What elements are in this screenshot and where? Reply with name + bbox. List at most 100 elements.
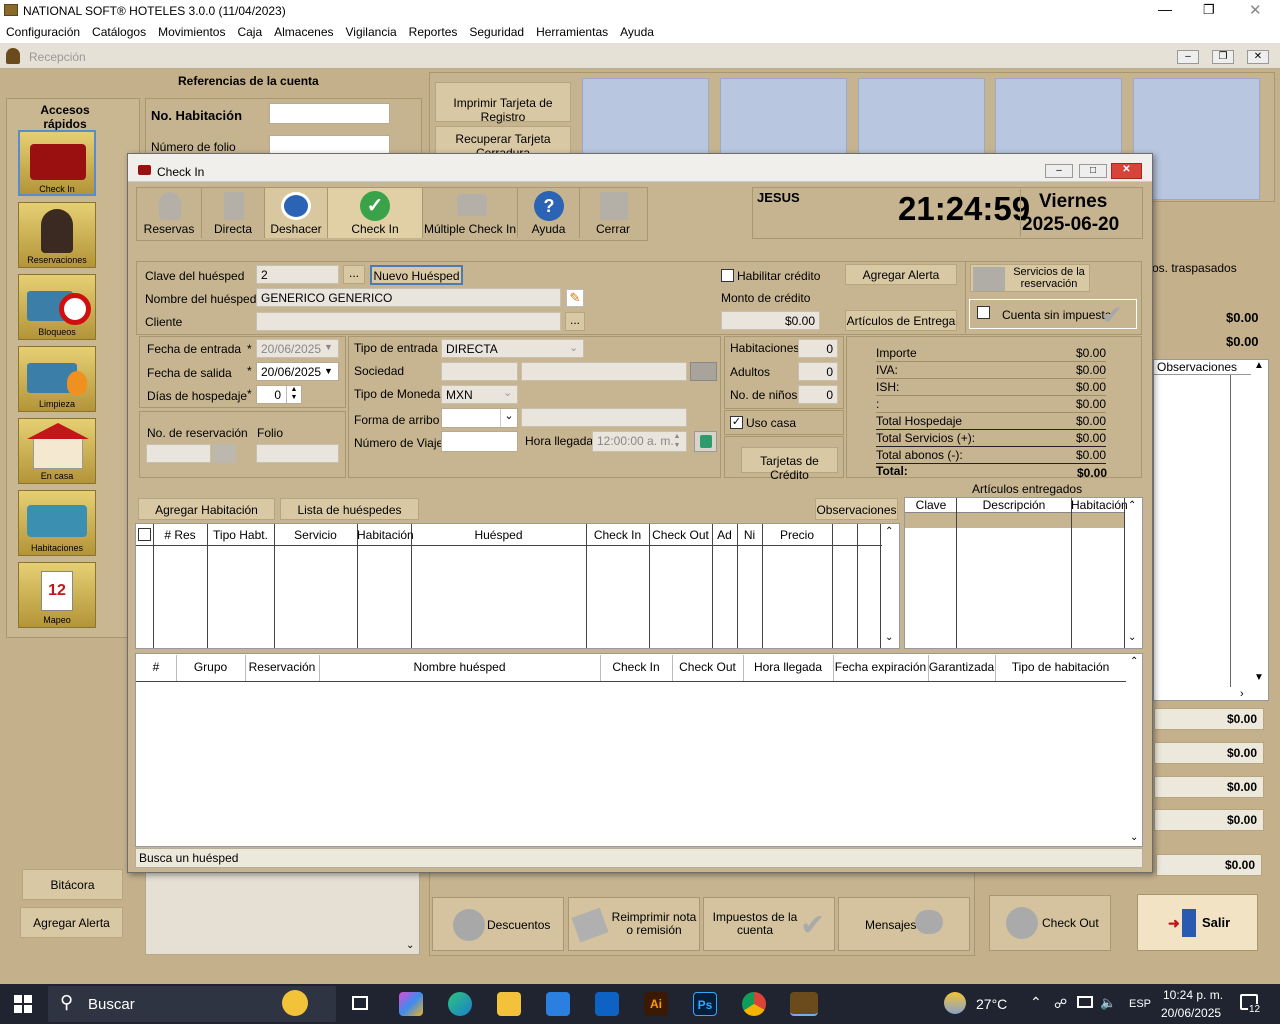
minimize-icon[interactable]: —	[1158, 1, 1172, 17]
menu-item-9[interactable]: Ayuda	[614, 22, 660, 39]
fecha-entrada-dropdown-icon[interactable]: ▼	[324, 342, 333, 352]
hora-llegada-spinner-icon[interactable]: ▲ ▼	[669, 432, 685, 450]
forma-arribo-detail-input[interactable]	[521, 408, 687, 427]
bitacora-button[interactable]: Bitácora	[22, 869, 123, 900]
fecha-salida-dropdown-icon[interactable]: ▼	[324, 366, 333, 376]
imprimir-tarjeta-button[interactable]: Imprimir Tarjeta de Registro	[435, 82, 571, 124]
rooms-col-header[interactable]: Check In	[586, 528, 649, 542]
check-in-button[interactable]: ✓ Check In	[328, 188, 423, 238]
impuestos-button[interactable]: Impuestos de la cuenta ✔	[703, 897, 835, 951]
multiple-check-in-button[interactable]: Múltiple Check In	[423, 188, 518, 238]
agregar-alerta-button[interactable]: Agregar Alerta	[845, 264, 957, 285]
illustrator-icon[interactable]: Ai	[644, 992, 668, 1016]
rooms-col-header[interactable]: Precio	[762, 528, 832, 542]
cliente-browse-button[interactable]: ...	[565, 312, 585, 331]
volume-icon[interactable]: 🔈	[1100, 995, 1116, 1011]
chrome-icon[interactable]	[742, 992, 766, 1016]
rooms-scroll-up-icon[interactable]: ⌃	[885, 526, 893, 537]
taskbar-date[interactable]: 20/06/2025	[1161, 1006, 1221, 1020]
scroll-up-icon[interactable]: ▲	[1254, 360, 1264, 371]
restore-icon[interactable]: ❐	[1203, 2, 1215, 18]
deshacer-button[interactable]: Deshacer	[265, 188, 328, 238]
side-limpieza[interactable]: Limpieza	[18, 346, 96, 412]
menu-item-2[interactable]: Movimientos	[152, 22, 231, 39]
guest-list-col-header[interactable]: Nombre huésped	[319, 660, 600, 674]
dias-spinner-icon[interactable]: ▲ ▼	[286, 386, 301, 403]
guest-list-col-header[interactable]: Fecha expiración	[833, 660, 928, 674]
cuenta-sin-impuesto-checkbox[interactable]	[977, 306, 990, 319]
clave-input[interactable]: 2	[256, 265, 339, 284]
no-reservacion-input[interactable]	[146, 444, 211, 463]
edit-pencil-icon[interactable]: ✎	[566, 289, 584, 307]
numero-folio-input[interactable]	[269, 135, 390, 155]
menu-item-8[interactable]: Herramientas	[530, 22, 614, 39]
edge-icon[interactable]	[448, 992, 472, 1016]
guest-list-scroll-up-icon[interactable]: ⌃	[1130, 656, 1138, 667]
tipo-entrada-chevron-icon[interactable]: ⌄	[569, 341, 578, 354]
ayuda-button[interactable]: ? Ayuda	[518, 188, 580, 238]
hora-llegada-button[interactable]	[694, 431, 717, 452]
monto-credito-input[interactable]: $0.00	[721, 311, 820, 330]
rooms-col-header[interactable]: Habitación	[357, 528, 414, 542]
articulos-entrega-button[interactable]: Artículos de Entrega	[845, 310, 957, 331]
sociedad-name-input[interactable]	[521, 362, 687, 381]
rooms-col-header[interactable]: Check Out	[649, 528, 712, 542]
rooms-col-header[interactable]: Ni	[737, 528, 762, 542]
guest-list-scroll-down-icon[interactable]: ⌄	[1130, 832, 1138, 843]
no-reservacion-button[interactable]	[213, 444, 236, 463]
outlook-icon[interactable]	[595, 992, 619, 1016]
rooms-col-header[interactable]: # Res	[153, 528, 207, 542]
task-view-icon[interactable]	[352, 996, 368, 1010]
sociedad-button[interactable]	[690, 362, 717, 381]
sub-close-icon[interactable]: ✕	[1247, 50, 1269, 64]
directa-button[interactable]: Directa	[202, 188, 265, 238]
recuperar-tarjeta-button[interactable]: Recuperar Tarjeta Cerradura	[435, 126, 571, 154]
reimprimir-button[interactable]: Reimprimir nota o remisión	[568, 897, 700, 951]
menu-item-5[interactable]: Vigilancia	[340, 22, 403, 39]
sociedad-input[interactable]	[441, 362, 518, 381]
scroll-right-icon[interactable]: ›	[1240, 688, 1244, 700]
rooms-col-header[interactable]: Huésped	[411, 528, 586, 542]
side-check-in[interactable]: Check In	[18, 130, 96, 196]
taskbar-time[interactable]: 10:24 p. m.	[1163, 988, 1223, 1002]
habilitar-credito-checkbox[interactable]	[721, 269, 734, 282]
nuevo-huesped-button[interactable]: Nuevo Huésped	[370, 265, 463, 285]
adultos-input[interactable]: 0	[798, 362, 838, 381]
reservas-button[interactable]: Reservas	[137, 188, 202, 238]
dialog-restore-icon[interactable]: □	[1079, 164, 1107, 178]
tray-usb-icon[interactable]: ☍	[1054, 996, 1067, 1012]
side-bloqueos[interactable]: Bloqueos	[18, 274, 96, 340]
tipo-entrada-select[interactable]: DIRECTA	[441, 339, 584, 358]
check-out-button[interactable]: Check Out	[989, 895, 1111, 951]
copilot-icon[interactable]	[399, 992, 423, 1016]
articulos-scroll-up-icon[interactable]: ⌃	[1128, 500, 1136, 511]
guest-list-col-header[interactable]: #	[136, 660, 176, 674]
guest-list-col-header[interactable]: Check Out	[672, 660, 743, 674]
store-icon[interactable]	[546, 992, 570, 1016]
salir-button[interactable]: ➜ Salir	[1137, 894, 1258, 951]
hotel-app-icon[interactable]	[790, 992, 818, 1016]
cerrar-button[interactable]: Cerrar	[580, 188, 646, 238]
menu-item-4[interactable]: Almacenes	[268, 22, 339, 39]
nombre-input[interactable]: GENERICO GENERICO	[256, 288, 561, 307]
guest-list-col-header[interactable]: Check In	[600, 660, 672, 674]
rooms-col-header[interactable]: Tipo Habt.	[207, 528, 274, 542]
forma-arribo-chevron-icon[interactable]: ⌄	[500, 409, 517, 427]
observaciones-button[interactable]: Observaciones	[815, 498, 898, 520]
side-en-casa[interactable]: En casa	[18, 418, 96, 484]
folio-input[interactable]	[256, 444, 339, 463]
file-explorer-icon[interactable]	[497, 992, 521, 1016]
uso-casa-checkbox[interactable]: ✓	[730, 416, 743, 429]
tray-chevron-icon[interactable]: ⌃	[1030, 994, 1042, 1011]
rooms-col-header[interactable]: Servicio	[274, 528, 357, 542]
rooms-col-header[interactable]: Ad	[712, 528, 737, 542]
agregar-habitacion-button[interactable]: Agregar Habitación	[138, 498, 275, 520]
guest-list-col-header[interactable]: Reservación	[245, 660, 319, 674]
menu-item-0[interactable]: Configuración	[0, 22, 86, 39]
windows-start-icon[interactable]	[14, 995, 32, 1013]
guest-list-col-header[interactable]: Garantizada	[928, 660, 995, 674]
side-mapeo[interactable]: 12 Mapeo	[18, 562, 96, 628]
articulos-selected-row[interactable]	[905, 513, 1124, 528]
numero-viaje-input[interactable]	[441, 431, 518, 452]
photoshop-icon[interactable]: Ps	[693, 992, 717, 1016]
